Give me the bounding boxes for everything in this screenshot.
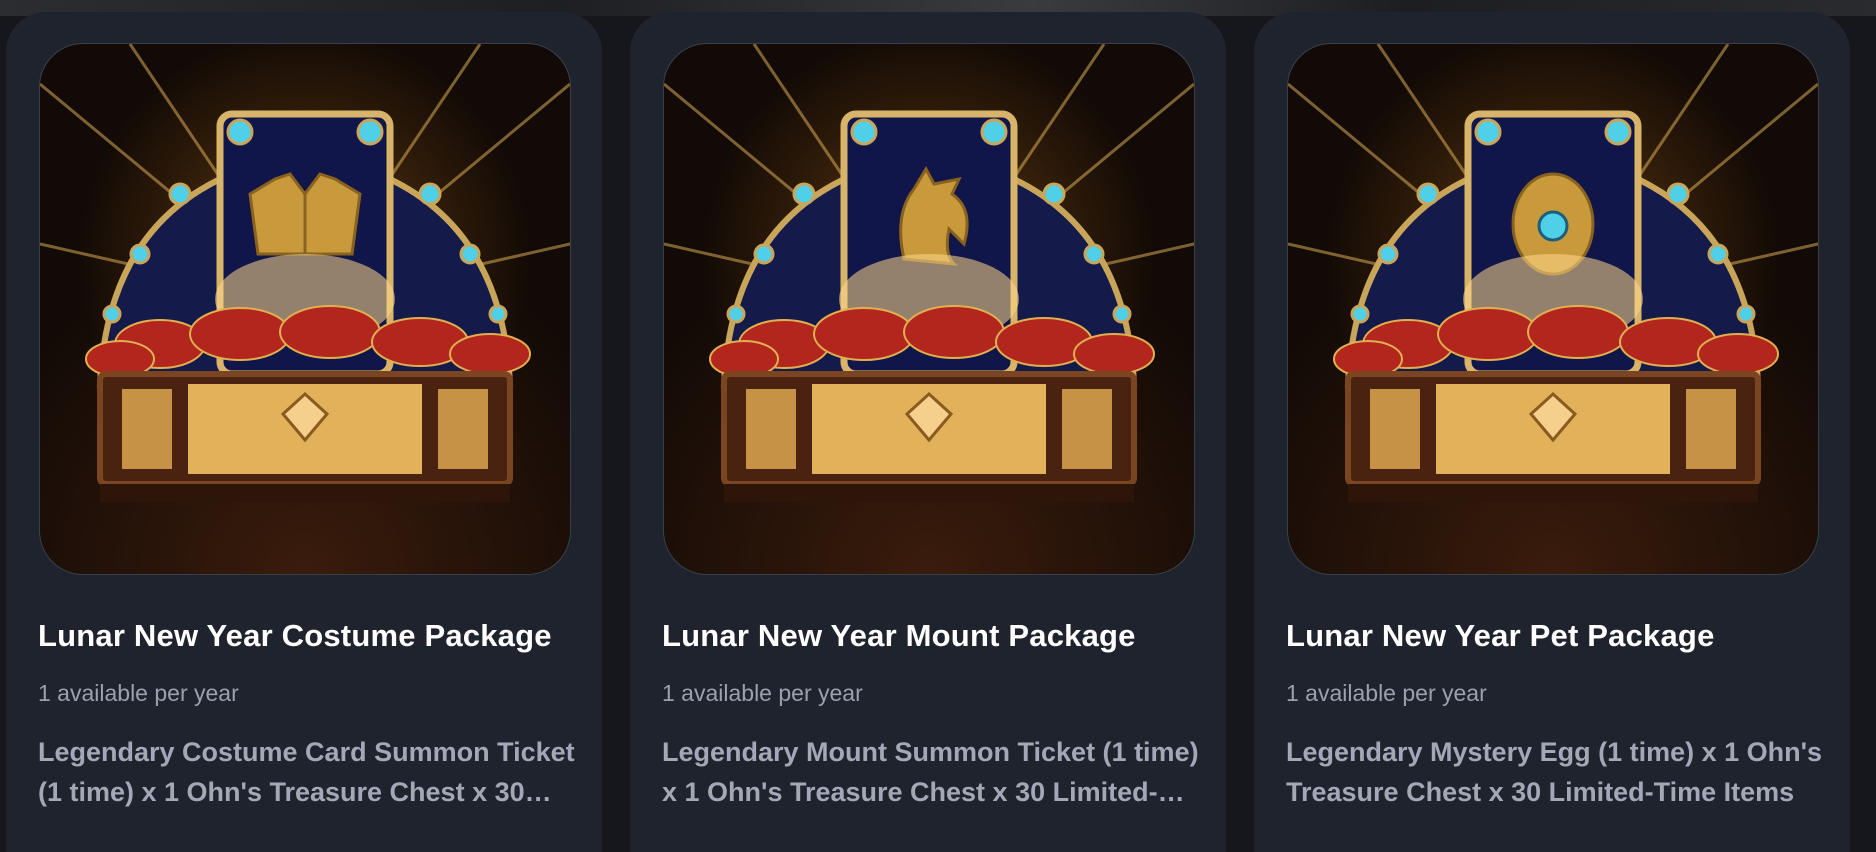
- package-card-pet[interactable]: Lunar New Year Pet Package 1 available p…: [1254, 12, 1850, 852]
- treasure-chest-illustration: [1288, 44, 1818, 502]
- package-description: Legendary Costume Card Summon Ticket (1 …: [38, 737, 575, 807]
- package-description: Legendary Mount Summon Ticket (1 time) x…: [662, 737, 1199, 807]
- purchase-limit: 1 available per year: [1286, 680, 1487, 706]
- package-image: [663, 43, 1195, 575]
- treasure-chest-illustration: [40, 44, 570, 502]
- package-title: Lunar New Year Mount Package: [662, 618, 1136, 653]
- purchase-limit: 1 available per year: [662, 680, 863, 706]
- package-card-mount[interactable]: Lunar New Year Mount Package 1 available…: [630, 12, 1226, 852]
- package-title: Lunar New Year Pet Package: [1286, 618, 1715, 653]
- package-image: [39, 43, 571, 575]
- purchase-limit: 1 available per year: [38, 680, 239, 706]
- package-card-costume[interactable]: Lunar New Year Costume Package 1 availab…: [6, 12, 602, 852]
- package-image: [1287, 43, 1819, 575]
- package-description: Legendary Mystery Egg (1 time) x 1 Ohn's…: [1286, 737, 1823, 807]
- treasure-chest-illustration: [664, 44, 1194, 502]
- package-title: Lunar New Year Costume Package: [38, 618, 552, 653]
- package-list: Lunar New Year Costume Package 1 availab…: [6, 12, 1850, 852]
